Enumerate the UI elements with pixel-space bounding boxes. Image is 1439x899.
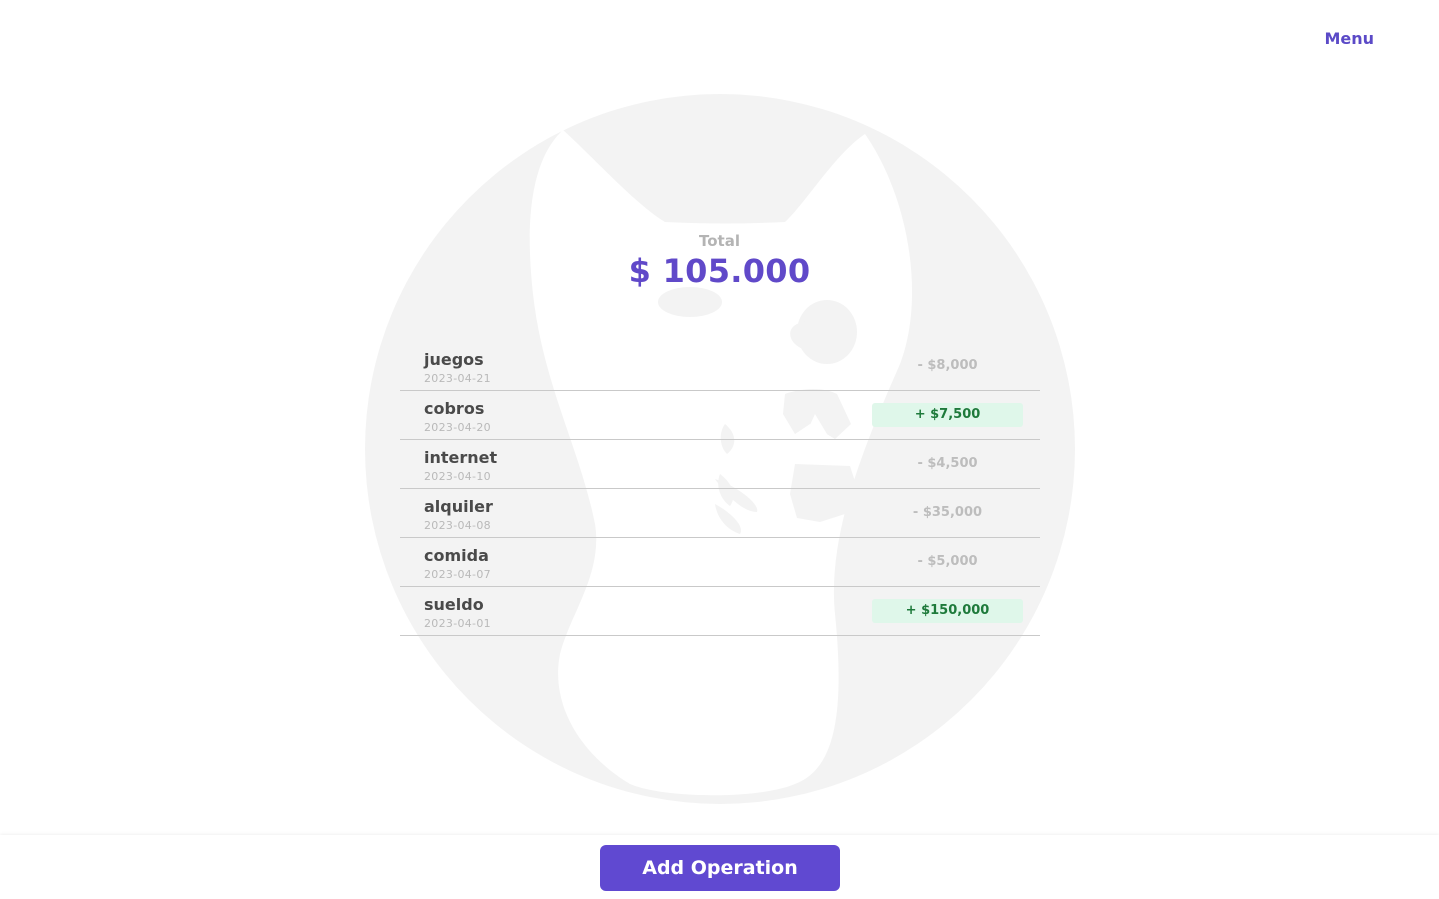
operation-name: alquiler (424, 497, 493, 516)
total-value: $ 105.000 (628, 252, 811, 290)
operation-amount: - $5,000 (917, 554, 978, 569)
menu-link[interactable]: Menu (1324, 29, 1374, 48)
operation-name: cobros (424, 399, 485, 418)
operation-name: juegos (424, 350, 484, 369)
operation-amount: + $150,000 (872, 599, 1023, 623)
operation-name: sueldo (424, 595, 484, 614)
operations-list: juegos 2023-04-21 - $8,000 cobros 2023-0… (400, 342, 1040, 636)
operation-row[interactable]: alquiler 2023-04-08 - $35,000 (400, 489, 1040, 538)
operation-row[interactable]: cobros 2023-04-20 + $7,500 (400, 391, 1040, 440)
operation-date: 2023-04-21 (424, 372, 491, 385)
operation-amount: - $4,500 (917, 456, 978, 471)
operation-amount: - $35,000 (912, 505, 983, 520)
operation-date: 2023-04-10 (424, 470, 491, 483)
operation-amount: + $7,500 (872, 403, 1023, 427)
operation-date: 2023-04-07 (424, 568, 491, 581)
operation-date: 2023-04-20 (424, 421, 491, 434)
operation-row[interactable]: internet 2023-04-10 - $4,500 (400, 440, 1040, 489)
operation-amount: - $8,000 (917, 358, 978, 373)
operation-row[interactable]: sueldo 2023-04-01 + $150,000 (400, 587, 1040, 636)
operation-row[interactable]: comida 2023-04-07 - $5,000 (400, 538, 1040, 587)
operation-name: internet (424, 448, 498, 467)
add-operation-button[interactable]: Add Operation (600, 845, 840, 891)
operation-name: comida (424, 546, 489, 565)
app-page: Menu Total $ 105.000 juegos 2023-04-21 -… (0, 0, 1439, 899)
operation-date: 2023-04-08 (424, 519, 491, 532)
operation-row[interactable]: juegos 2023-04-21 - $8,000 (400, 342, 1040, 391)
total-label: Total (699, 232, 740, 250)
operation-date: 2023-04-01 (424, 617, 491, 630)
